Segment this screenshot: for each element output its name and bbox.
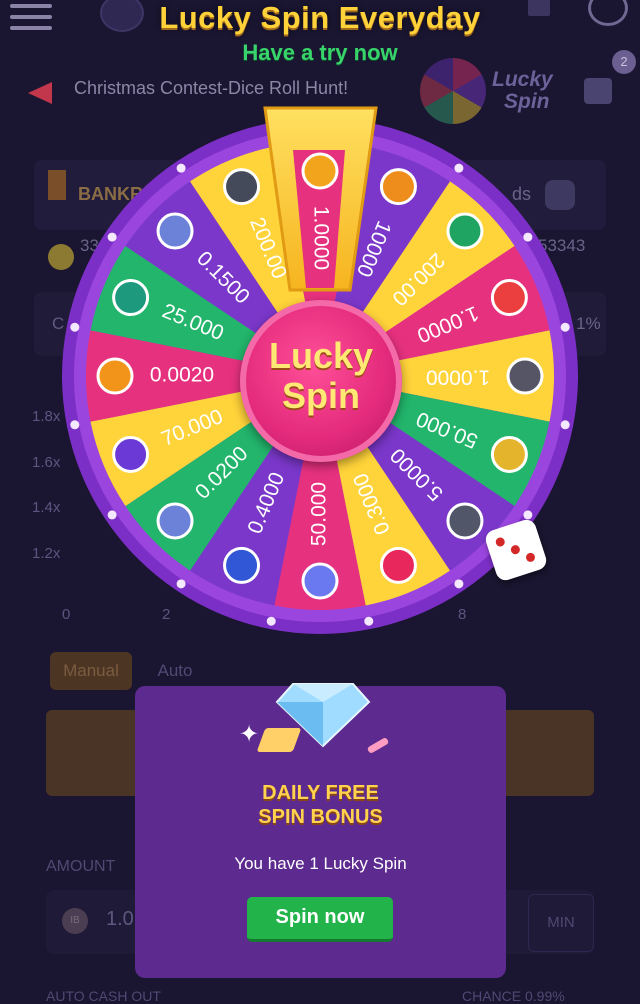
ethereum-icon	[156, 502, 194, 540]
spin-now-button[interactable]: Spin now	[247, 897, 393, 942]
ib-token-icon	[379, 168, 417, 206]
segment-value: 1.0000	[309, 206, 332, 270]
ethereum-alt-icon	[156, 212, 194, 250]
stellar-icon	[506, 357, 544, 395]
tron-alt-icon	[301, 562, 339, 600]
segment-value: 1.0000	[426, 365, 490, 388]
rim-light	[107, 510, 117, 520]
rim-light	[70, 420, 80, 430]
rim-light	[523, 232, 533, 242]
bonus-message: You have 1 Lucky Spin	[234, 854, 407, 873]
chainlink-icon	[223, 546, 261, 584]
sparkle-icon: ✦	[239, 721, 260, 748]
polkadot-icon	[379, 546, 417, 584]
rim-light	[560, 322, 570, 332]
rim-light	[560, 420, 570, 430]
segment-value: 50.000	[308, 482, 331, 546]
rim-light	[176, 163, 186, 173]
bonus-title-line1: DAILY FREE	[262, 782, 379, 804]
solar-icon	[446, 212, 484, 250]
rim-light	[70, 322, 80, 332]
center-label: Lucky Spin	[240, 336, 402, 416]
bonus-title-line2: SPIN BONUS	[258, 806, 383, 828]
gold-bar-icon	[256, 728, 302, 752]
rim-light	[266, 616, 276, 626]
rim-light	[454, 163, 464, 173]
rim-light	[454, 579, 464, 589]
rim-light	[107, 232, 117, 242]
rim-light	[523, 510, 533, 520]
xrp-icon	[223, 168, 261, 206]
center-spin-button[interactable]: Lucky Spin	[240, 300, 402, 462]
daily-bonus-modal: ✦ DAILY FREE SPIN BONUS You have 1 Lucky…	[135, 683, 506, 978]
rim-light	[176, 579, 186, 589]
rim-light	[364, 616, 374, 626]
center-label-lucky: Lucky	[268, 335, 374, 376]
bitcoin-icon	[301, 152, 339, 190]
bonus-title: DAILY FREE SPIN BONUS	[135, 781, 506, 829]
usdc-icon	[112, 435, 150, 473]
bitcoin-alt-icon	[96, 357, 134, 395]
tron-icon	[490, 279, 528, 317]
ripple-icon	[446, 502, 484, 540]
dogecoin-icon	[490, 435, 528, 473]
segment-value: 0.0020	[150, 364, 214, 387]
tether-icon	[112, 279, 150, 317]
center-label-spin: Spin	[282, 375, 360, 416]
